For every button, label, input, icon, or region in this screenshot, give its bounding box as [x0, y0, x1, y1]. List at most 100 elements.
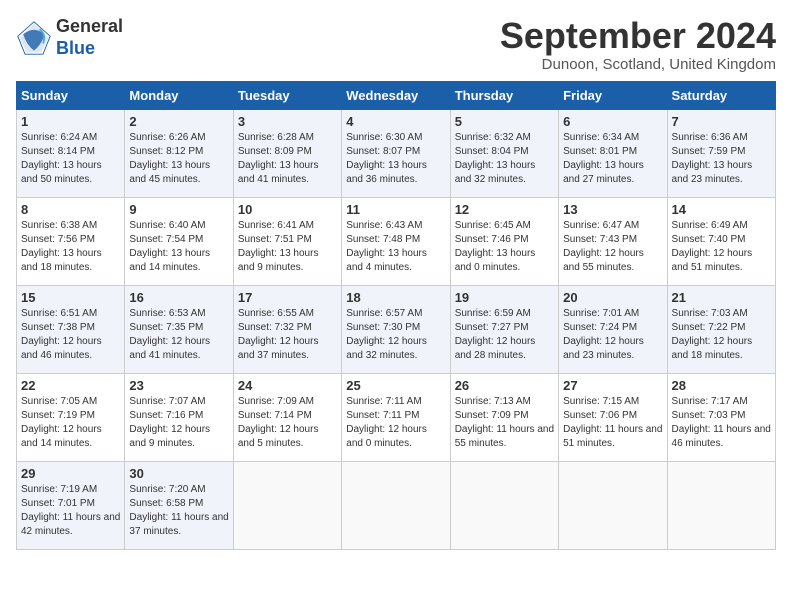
cell-info: Sunrise: 6:41 AMSunset: 7:51 PMDaylight:…: [238, 219, 337, 275]
day-number: 8: [21, 202, 120, 217]
calendar-table: SundayMondayTuesdayWednesdayThursdayFrid…: [16, 81, 776, 550]
cell-info: Sunrise: 7:09 AMSunset: 7:14 PMDaylight:…: [238, 395, 337, 451]
calendar-cell: 14Sunrise: 6:49 AMSunset: 7:40 PMDayligh…: [667, 197, 775, 285]
calendar-cell: 17 Sunrise: 6:55 AMSunset: 7:32 PMDayligh…: [233, 285, 341, 373]
calendar-cell: 16 Sunrise: 6:53 AMSunset: 7:35 PMDayligh…: [125, 285, 233, 373]
calendar-cell: [559, 461, 667, 549]
location: Dunoon, Scotland, United Kingdom: [500, 56, 776, 73]
cell-info: Sunrise: 7:03 AMSunset: 7:22 PMDaylight:…: [672, 307, 771, 363]
day-number: 15: [21, 290, 120, 305]
day-number: 24: [238, 378, 337, 393]
day-number: 25: [346, 378, 445, 393]
day-number: 28: [672, 378, 771, 393]
cell-info: Sunrise: 7:13 AMSunset: 7:09 PMDaylight:…: [455, 395, 554, 451]
weekday-header: Thursday: [450, 81, 558, 109]
day-number: 10: [238, 202, 337, 217]
weekday-header: Sunday: [17, 81, 125, 109]
cell-info: Sunrise: 6:57 AMSunset: 7:30 PMDaylight:…: [346, 307, 445, 363]
cell-info: Sunrise: 6:43 AMSunset: 7:48 PMDaylight:…: [346, 219, 445, 275]
day-number: 16: [129, 290, 228, 305]
calendar-cell: 24 Sunrise: 7:09 AMSunset: 7:14 PMDayligh…: [233, 373, 341, 461]
calendar-cell: 9 Sunrise: 6:40 AMSunset: 7:54 PMDaylight…: [125, 197, 233, 285]
cell-info: Sunrise: 6:26 AMSunset: 8:12 PMDaylight:…: [129, 131, 228, 187]
day-number: 23: [129, 378, 228, 393]
day-number: 20: [563, 290, 662, 305]
weekday-header: Saturday: [667, 81, 775, 109]
day-number: 9: [129, 202, 228, 217]
calendar-cell: 23 Sunrise: 7:07 AMSunset: 7:16 PMDayligh…: [125, 373, 233, 461]
calendar-cell: 15 Sunrise: 6:51 AMSunset: 7:38 PMDayligh…: [17, 285, 125, 373]
cell-info: Sunrise: 6:32 AMSunset: 8:04 PMDaylight:…: [455, 131, 554, 187]
cell-info: Sunrise: 6:49 AMSunset: 7:40 PMDaylight:…: [672, 219, 771, 275]
day-number: 29: [21, 466, 120, 481]
cell-info: Sunrise: 6:38 AMSunset: 7:56 PMDaylight:…: [21, 219, 120, 275]
calendar-cell: [450, 461, 558, 549]
calendar-week-row: 22 Sunrise: 7:05 AMSunset: 7:19 PMDayligh…: [17, 373, 776, 461]
calendar-cell: 22 Sunrise: 7:05 AMSunset: 7:19 PMDayligh…: [17, 373, 125, 461]
calendar-cell: 19Sunrise: 6:59 AMSunset: 7:27 PMDayligh…: [450, 285, 558, 373]
calendar-cell: 30Sunrise: 7:20 AMSunset: 6:58 PMDayligh…: [125, 461, 233, 549]
logo: General Blue: [16, 16, 123, 59]
title-block: September 2024 Dunoon, Scotland, United …: [500, 16, 776, 73]
day-number: 22: [21, 378, 120, 393]
calendar-cell: 7 Sunrise: 6:36 AMSunset: 7:59 PMDaylight…: [667, 109, 775, 197]
calendar-cell: 11 Sunrise: 6:43 AMSunset: 7:48 PMDayligh…: [342, 197, 450, 285]
cell-info: Sunrise: 6:47 AMSunset: 7:43 PMDaylight:…: [563, 219, 662, 275]
day-number: 13: [563, 202, 662, 217]
day-number: 17: [238, 290, 337, 305]
cell-info: Sunrise: 6:40 AMSunset: 7:54 PMDaylight:…: [129, 219, 228, 275]
day-number: 21: [672, 290, 771, 305]
calendar-cell: [342, 461, 450, 549]
cell-info: Sunrise: 6:24 AMSunset: 8:14 PMDaylight:…: [21, 131, 120, 187]
day-number: 2: [129, 114, 228, 129]
cell-info: Sunrise: 7:19 AMSunset: 7:01 PMDaylight:…: [21, 483, 120, 539]
cell-info: Sunrise: 7:07 AMSunset: 7:16 PMDaylight:…: [129, 395, 228, 451]
day-number: 11: [346, 202, 445, 217]
day-number: 27: [563, 378, 662, 393]
cell-info: Sunrise: 6:34 AMSunset: 8:01 PMDaylight:…: [563, 131, 662, 187]
day-number: 7: [672, 114, 771, 129]
cell-info: Sunrise: 7:01 AMSunset: 7:24 PMDaylight:…: [563, 307, 662, 363]
weekday-header: Wednesday: [342, 81, 450, 109]
cell-info: Sunrise: 6:30 AMSunset: 8:07 PMDaylight:…: [346, 131, 445, 187]
calendar-cell: 29 Sunrise: 7:19 AMSunset: 7:01 PMDayligh…: [17, 461, 125, 549]
month-title: September 2024: [500, 16, 776, 56]
day-number: 12: [455, 202, 554, 217]
cell-info: Sunrise: 6:53 AMSunset: 7:35 PMDaylight:…: [129, 307, 228, 363]
calendar-cell: 21 Sunrise: 7:03 AMSunset: 7:22 PMDayligh…: [667, 285, 775, 373]
cell-info: Sunrise: 7:15 AMSunset: 7:06 PMDaylight:…: [563, 395, 662, 451]
cell-info: Sunrise: 7:11 AMSunset: 7:11 PMDaylight:…: [346, 395, 445, 451]
calendar-cell: [233, 461, 341, 549]
calendar-week-row: 8 Sunrise: 6:38 AMSunset: 7:56 PMDaylight…: [17, 197, 776, 285]
calendar-week-row: 29 Sunrise: 7:19 AMSunset: 7:01 PMDayligh…: [17, 461, 776, 549]
cell-info: Sunrise: 6:28 AMSunset: 8:09 PMDaylight:…: [238, 131, 337, 187]
cell-info: Sunrise: 7:05 AMSunset: 7:19 PMDaylight:…: [21, 395, 120, 451]
cell-info: Sunrise: 6:45 AMSunset: 7:46 PMDaylight:…: [455, 219, 554, 275]
calendar-cell: 28 Sunrise: 7:17 AMSunset: 7:03 PMDayligh…: [667, 373, 775, 461]
calendar-cell: 3Sunrise: 6:28 AMSunset: 8:09 PMDaylight…: [233, 109, 341, 197]
calendar-cell: 12 Sunrise: 6:45 AMSunset: 7:46 PMDayligh…: [450, 197, 558, 285]
calendar-cell: 6 Sunrise: 6:34 AMSunset: 8:01 PMDaylight…: [559, 109, 667, 197]
cell-info: Sunrise: 6:51 AMSunset: 7:38 PMDaylight:…: [21, 307, 120, 363]
cell-info: Sunrise: 6:36 AMSunset: 7:59 PMDaylight:…: [672, 131, 771, 187]
calendar-cell: 5 Sunrise: 6:32 AMSunset: 8:04 PMDaylight…: [450, 109, 558, 197]
calendar-cell: 13 Sunrise: 6:47 AMSunset: 7:43 PMDayligh…: [559, 197, 667, 285]
cell-info: Sunrise: 7:17 AMSunset: 7:03 PMDaylight:…: [672, 395, 771, 451]
calendar-cell: 10 Sunrise: 6:41 AMSunset: 7:51 PMDayligh…: [233, 197, 341, 285]
calendar-cell: 25 Sunrise: 7:11 AMSunset: 7:11 PMDayligh…: [342, 373, 450, 461]
day-number: 18: [346, 290, 445, 305]
day-number: 5: [455, 114, 554, 129]
cell-info: Sunrise: 6:59 AMSunset: 7:27 PMDaylight:…: [455, 307, 554, 363]
day-number: 30: [129, 466, 228, 481]
day-number: 4: [346, 114, 445, 129]
day-number: 6: [563, 114, 662, 129]
cell-info: Sunrise: 6:55 AMSunset: 7:32 PMDaylight:…: [238, 307, 337, 363]
logo-text: General Blue: [56, 16, 123, 59]
calendar-week-row: 15 Sunrise: 6:51 AMSunset: 7:38 PMDayligh…: [17, 285, 776, 373]
calendar-cell: 2 Sunrise: 6:26 AMSunset: 8:12 PMDaylight…: [125, 109, 233, 197]
logo-icon: [16, 20, 52, 56]
calendar-cell: 18 Sunrise: 6:57 AMSunset: 7:30 PMDayligh…: [342, 285, 450, 373]
calendar-cell: 1Sunrise: 6:24 AMSunset: 8:14 PMDaylight…: [17, 109, 125, 197]
weekday-header: Tuesday: [233, 81, 341, 109]
calendar-cell: 27 Sunrise: 7:15 AMSunset: 7:06 PMDayligh…: [559, 373, 667, 461]
